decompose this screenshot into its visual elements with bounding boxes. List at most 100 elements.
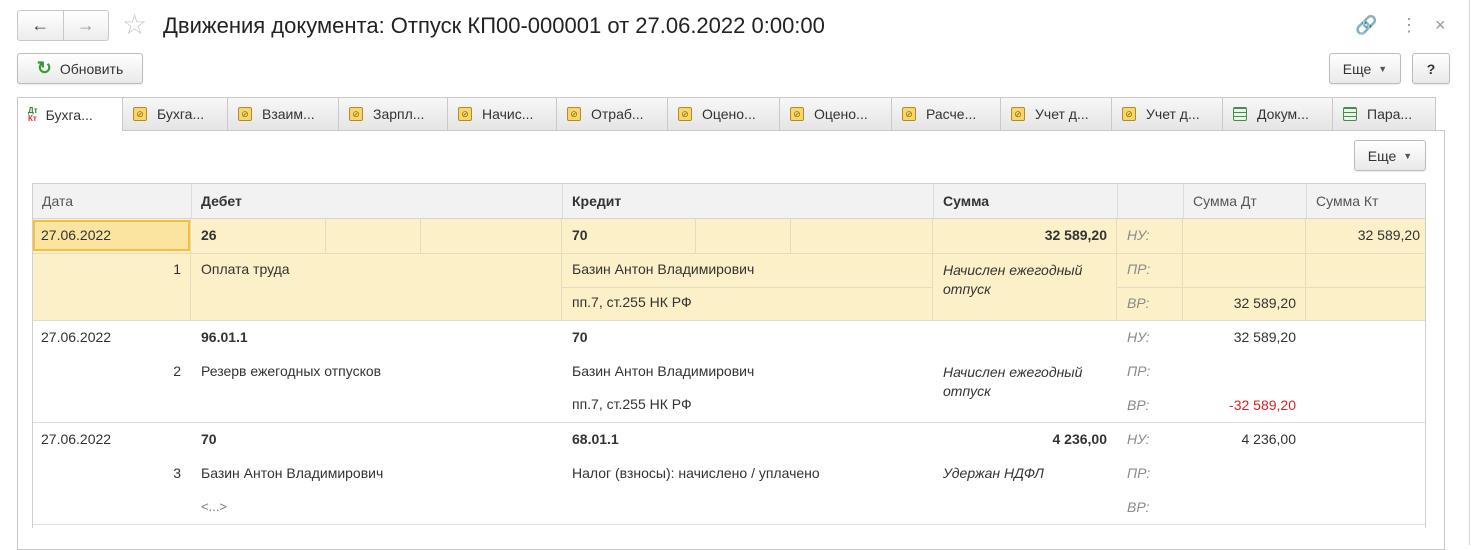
register-icon: ⊘ [790, 107, 804, 121]
row-number: 1 [173, 261, 181, 277]
table-header: Дата Дебет Кредит Сумма Сумма Дт Сумма К… [33, 184, 1425, 219]
close-icon[interactable]: × [1435, 12, 1446, 38]
register-icon: ⊘ [1011, 107, 1025, 121]
tab-13[interactable]: Пара... [1332, 97, 1436, 130]
column-credit[interactable]: Кредит [562, 184, 933, 218]
back-button[interactable]: ← [18, 11, 63, 40]
debit-subconto: Резерв ежегодных отпусков [201, 363, 382, 379]
debit-account: 96.01.1 [201, 329, 248, 345]
tab-4[interactable]: ⊘ Зарпл... [338, 97, 448, 130]
more-actions-icon[interactable]: ⋮ [1400, 12, 1418, 38]
tab-12[interactable]: Докум... [1222, 97, 1333, 130]
credit-subconto-1: Налог (взносы): начислено / уплачено [572, 465, 820, 481]
dt-kt-icon: Дт Кт [28, 105, 38, 123]
debit-account: 26 [201, 227, 217, 243]
row-sum: 32 589,20 [1044, 227, 1107, 243]
tab-label: Зарпл... [373, 106, 425, 122]
cell-divider [1117, 287, 1425, 288]
tab-label: Оцено... [814, 106, 868, 122]
favorite-star-icon[interactable]: ☆ [122, 10, 147, 40]
tab-2[interactable]: ⊘ Бухга... [122, 97, 228, 130]
refresh-label: Обновить [59, 60, 124, 77]
cell-divider [790, 219, 791, 253]
refresh-icon: ↻ [36, 58, 52, 78]
register-icon: ⊘ [458, 107, 472, 121]
debit-subconto: Базин Антон Владимирович [201, 465, 384, 481]
tab-label: Бухга... [45, 106, 93, 123]
column-blank[interactable] [1117, 184, 1183, 218]
cell-divider [420, 219, 421, 253]
tab-6[interactable]: ⊘ Отраб... [556, 97, 668, 130]
nu-sum-dt: 32 589,20 [1233, 329, 1296, 345]
page-title: Движения документа: Отпуск КП00-000001 о… [163, 13, 825, 38]
register-tabs: Дт Кт Бухга... ⊘ Бухга... ⊘ Взаим... ⊘ Зарпл.… [17, 97, 1437, 131]
tab-3[interactable]: ⊘ Взаим... [227, 97, 339, 130]
credit-subconto-2: пп.7, ст.255 НК РФ [572, 294, 692, 310]
more-button[interactable]: Еще ▼ [1329, 53, 1401, 84]
table-icon [1343, 107, 1357, 121]
tab-label: Докум... [1257, 106, 1309, 122]
credit-account: 70 [572, 227, 588, 243]
register-icon: ⊘ [349, 107, 363, 121]
row-date: 27.06.2022 [41, 227, 112, 243]
tab-7[interactable]: ⊘ Оцено... [667, 97, 780, 130]
refresh-button[interactable]: ↻ Обновить [17, 53, 143, 84]
register-icon: ⊘ [1122, 107, 1136, 121]
cell-divider [33, 253, 932, 254]
forward-button[interactable]: → [62, 11, 109, 40]
tab-label: Начис... [482, 106, 534, 122]
vr-label: ВР: [1127, 397, 1150, 413]
tab-5[interactable]: ⊘ Начис... [447, 97, 557, 130]
column-sum-dt[interactable]: Сумма Дт [1183, 184, 1306, 218]
help-button[interactable]: ? [1412, 53, 1450, 84]
more-label: Еще [1367, 147, 1397, 164]
register-icon: ⊘ [678, 107, 692, 121]
row-sum: 4 236,00 [1052, 431, 1108, 447]
tab-8[interactable]: ⊘ Оцено... [779, 97, 892, 130]
credit-account: 70 [572, 329, 588, 345]
caret-down-icon: ▼ [1403, 150, 1413, 161]
row-number: 3 [173, 465, 181, 481]
forward-arrow-icon: → [76, 15, 95, 35]
column-sum[interactable]: Сумма [933, 184, 1117, 218]
link-icon[interactable]: 🔗 [1355, 12, 1377, 38]
table-more-button[interactable]: Еще ▼ [1354, 140, 1426, 171]
nu-sum-dt: 4 236,00 [1241, 431, 1297, 447]
tab-label: Отраб... [591, 106, 644, 122]
pr-label: ПР: [1127, 465, 1151, 481]
register-icon: ⊘ [902, 107, 916, 121]
nu-label: НУ: [1127, 227, 1150, 243]
vr-sum-dt: 32 589,20 [1233, 295, 1296, 311]
cell-divider [695, 219, 696, 253]
register-icon: ⊘ [238, 107, 252, 121]
cell-divider [562, 287, 932, 288]
pr-label: ПР: [1127, 261, 1151, 277]
column-sum-kt[interactable]: Сумма Кт [1306, 184, 1427, 218]
pr-label: ПР: [1127, 363, 1151, 379]
credit-subconto-1: Базин Антон Владимирович [572, 363, 755, 379]
nu-sum-kt: 32 589,20 [1357, 227, 1420, 243]
register-icon: ⊘ [567, 107, 581, 121]
tab-label: Взаим... [262, 106, 315, 122]
table-row[interactable]: 27.06.2022 2 96.01.1 Резерв ежегодных от… [33, 321, 1425, 423]
column-debit[interactable]: Дебет [191, 184, 562, 218]
tab-11[interactable]: ⊘ Учет д... [1111, 97, 1223, 130]
tab-9[interactable]: ⊘ Расче... [891, 97, 1001, 130]
tab-10[interactable]: ⊘ Учет д... [1000, 97, 1112, 130]
help-label: ? [1426, 60, 1436, 77]
tab-1[interactable]: Дт Кт Бухга... [17, 97, 123, 131]
tab-label: Оцено... [702, 106, 756, 122]
vr-sum-dt: -32 589,20 [1229, 397, 1296, 413]
row-date: 27.06.2022 [41, 431, 112, 447]
back-arrow-icon: ← [31, 15, 50, 35]
navigation-buttons: ← → [17, 10, 109, 41]
more-label: Еще [1342, 60, 1372, 77]
row-number: 2 [173, 363, 181, 379]
cell-divider [1116, 219, 1117, 320]
credit-subconto-2: пп.7, ст.255 НК РФ [572, 396, 692, 412]
column-date[interactable]: Дата [33, 184, 191, 218]
cell-divider [561, 219, 562, 320]
table-row[interactable]: 27.06.2022 1 26 Оплата труда 70 Базин Ан… [33, 219, 1425, 321]
table-row[interactable]: 27.06.2022 3 70 Базин Антон Владимирович… [33, 423, 1425, 525]
tab-label: Бухга... [157, 106, 205, 122]
